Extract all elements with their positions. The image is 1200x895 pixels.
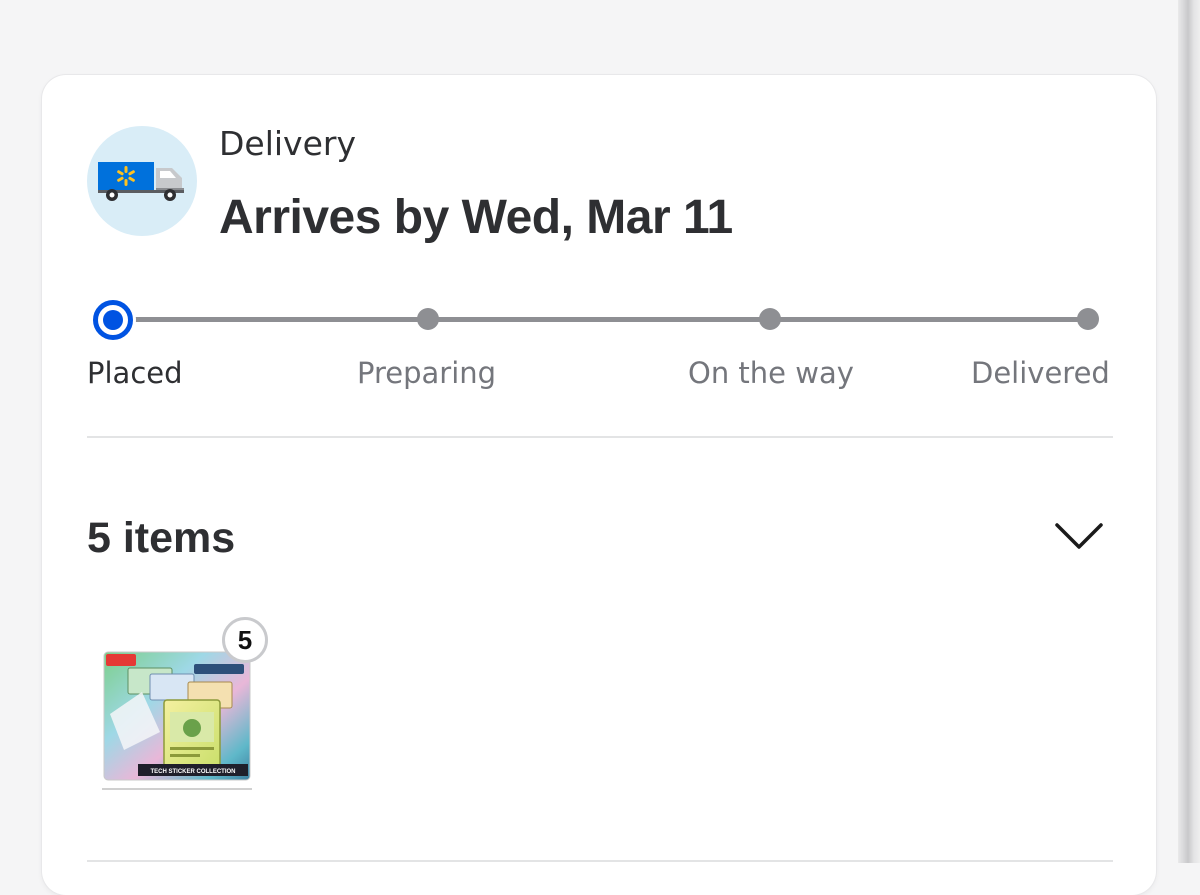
step-label-placed: Placed	[87, 356, 183, 390]
progress-dot-delivered	[1077, 308, 1099, 330]
scrollbar-edge	[1178, 0, 1200, 863]
step-label-delivered: Delivered	[971, 356, 1110, 390]
product-thumbnail[interactable]: TECH STICKER COLLECTION	[98, 642, 258, 797]
progress-dot-placed-active	[90, 297, 136, 343]
items-count-heading[interactable]: 5 items	[87, 514, 235, 563]
arrival-date-heading: Arrives by Wed, Mar 11	[219, 191, 733, 244]
progress-dot-preparing	[417, 308, 439, 330]
fulfillment-type-label: Delivery	[219, 124, 356, 163]
step-label-on-the-way: On the way	[688, 356, 854, 390]
delivery-truck-icon	[87, 126, 197, 236]
progress-dot-on-the-way	[759, 308, 781, 330]
bottom-divider	[87, 860, 1113, 862]
chevron-down-icon[interactable]	[1052, 516, 1106, 556]
section-divider	[87, 436, 1113, 438]
package-text: TECH STICKER COLLECTION	[151, 769, 236, 775]
progress-track	[113, 317, 1089, 322]
quantity-badge: 5	[222, 617, 268, 663]
step-label-preparing: Preparing	[357, 356, 497, 390]
